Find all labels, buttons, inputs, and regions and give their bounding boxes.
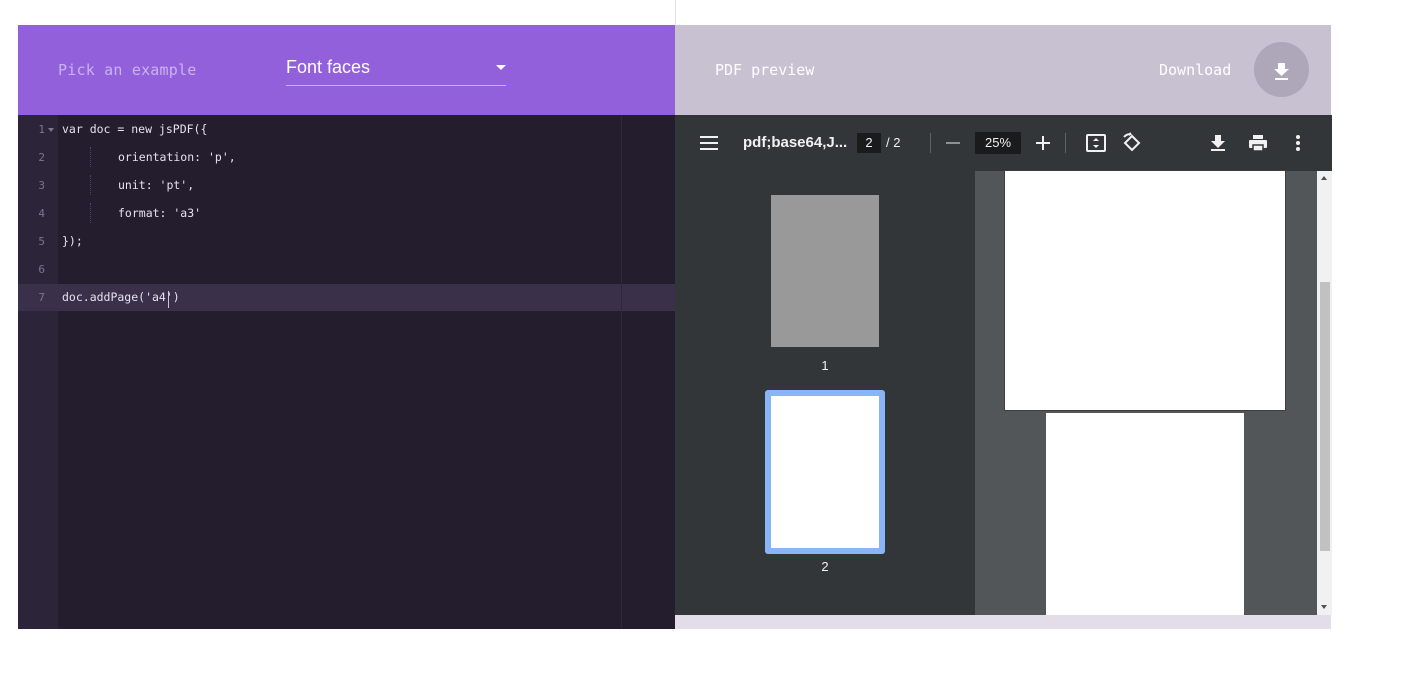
top-divider bbox=[675, 0, 676, 25]
line-number: 6 bbox=[38, 263, 45, 276]
download-button[interactable] bbox=[1254, 42, 1309, 97]
indent-guide bbox=[90, 175, 92, 195]
indent-guide bbox=[90, 147, 92, 167]
text-cursor bbox=[168, 291, 169, 308]
editor-gutter bbox=[18, 115, 58, 629]
code-line: doc.addPage('a4') bbox=[62, 290, 180, 304]
page-thumbnail-2[interactable] bbox=[771, 396, 879, 548]
line-number: 1 bbox=[38, 123, 45, 136]
print-margin bbox=[621, 115, 622, 629]
line-number: 2 bbox=[38, 151, 45, 164]
scroll-down-icon[interactable] bbox=[1321, 605, 1327, 609]
code-editor[interactable]: 1 2 3 4 5 6 7 var doc = new jsPDF({ orie… bbox=[18, 115, 675, 629]
fold-arrow-icon[interactable] bbox=[48, 128, 54, 132]
code-line: unit: 'pt', bbox=[118, 178, 195, 192]
scroll-up-icon[interactable] bbox=[1321, 176, 1327, 180]
rotate-icon[interactable] bbox=[1121, 132, 1143, 154]
download-icon bbox=[1274, 63, 1289, 80]
example-select[interactable]: Font faces bbox=[286, 55, 506, 86]
example-select-value: Font faces bbox=[286, 57, 371, 77]
line-number: 3 bbox=[38, 179, 45, 192]
download-icon[interactable] bbox=[1208, 133, 1228, 153]
pdf-page-2 bbox=[1046, 413, 1244, 615]
line-number: 4 bbox=[38, 207, 45, 220]
minus-icon[interactable] bbox=[944, 134, 962, 152]
pdf-page-1 bbox=[1004, 170, 1286, 411]
page-number-input[interactable]: 2 bbox=[857, 133, 881, 153]
toolbar-separator bbox=[930, 133, 931, 153]
code-line: }); bbox=[62, 234, 83, 248]
thumbnail-label: 1 bbox=[821, 358, 829, 373]
menu-icon[interactable] bbox=[699, 133, 719, 153]
page-thumbnail-1[interactable] bbox=[771, 195, 879, 347]
code-line: var doc = new jsPDF({ bbox=[62, 122, 208, 136]
plus-icon[interactable] bbox=[1034, 134, 1052, 152]
toolbar-separator bbox=[1065, 133, 1066, 153]
download-label: Download bbox=[1159, 61, 1232, 79]
scrollbar-thumb[interactable] bbox=[1320, 282, 1330, 551]
caret-down-icon bbox=[496, 65, 506, 70]
zoom-input[interactable]: 25% bbox=[975, 132, 1021, 154]
pick-example-label: Pick an example bbox=[58, 61, 197, 79]
thumbnail-label: 2 bbox=[821, 559, 829, 574]
code-line: format: 'a3' bbox=[118, 206, 202, 220]
pdf-title: pdf;base64,J... bbox=[743, 134, 848, 151]
print-icon[interactable] bbox=[1248, 133, 1268, 153]
line-number: 7 bbox=[38, 291, 45, 304]
more-vert-icon[interactable] bbox=[1288, 133, 1308, 153]
code-line: orientation: 'p', bbox=[118, 150, 236, 164]
indent-guide bbox=[90, 203, 92, 223]
preview-footer bbox=[675, 615, 1331, 629]
fit-page-icon[interactable] bbox=[1085, 132, 1107, 154]
line-number: 5 bbox=[38, 235, 45, 248]
pdf-preview-label: PDF preview bbox=[715, 61, 815, 79]
page-total: / 2 bbox=[886, 135, 901, 150]
